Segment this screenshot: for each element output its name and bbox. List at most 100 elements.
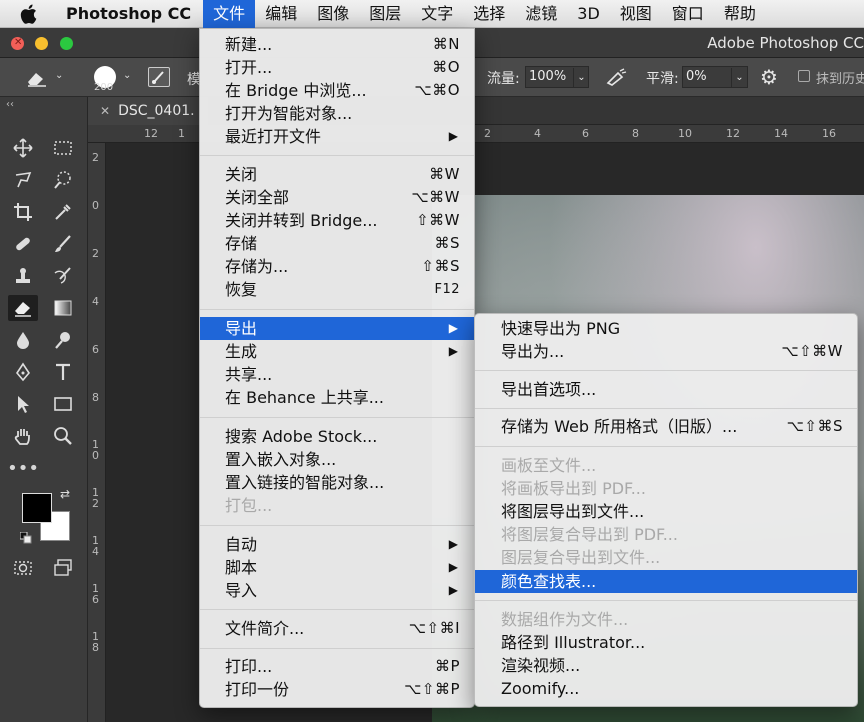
menu-item-print[interactable]: 打印... ⌘P: [200, 655, 474, 678]
chevron-down-icon[interactable]: ⌄: [573, 68, 589, 88]
ruler-label: 8: [92, 391, 99, 404]
menu-item-place-linked[interactable]: 置入链接的智能对象...: [200, 471, 474, 494]
menu-item-automate[interactable]: 自动 ▶: [200, 533, 474, 556]
vertical-ruler: 2 0 2 4 6 8 1 0 1 2 1 4 1 6 1 8: [88, 143, 106, 722]
menu-item-export[interactable]: 导出 ▶: [200, 317, 474, 340]
menu-type[interactable]: 文字: [411, 0, 463, 28]
menu-item-color-lookup-tables[interactable]: 颜色查找表...: [475, 570, 857, 593]
clone-stamp-tool-icon[interactable]: [8, 263, 38, 289]
pen-tool-icon[interactable]: [8, 359, 38, 385]
brush-tool-icon[interactable]: [48, 231, 78, 257]
default-colors-icon[interactable]: [19, 529, 32, 544]
airbrush-icon[interactable]: [604, 67, 628, 87]
menu-filter[interactable]: 滤镜: [515, 0, 567, 28]
window-maximize-button[interactable]: [60, 37, 73, 50]
eyedropper-tool-icon[interactable]: [48, 199, 78, 225]
menu-separator: [475, 370, 857, 371]
brush-panel-icon[interactable]: [148, 67, 170, 87]
menu-item-file-info[interactable]: 文件简介... ⌥⇧⌘I: [200, 617, 474, 640]
screen-mode-icon[interactable]: [48, 555, 78, 581]
ruler-label: 2: [484, 127, 491, 140]
more-tools-icon[interactable]: •••: [7, 455, 39, 481]
eraser-tool-icon[interactable]: [8, 295, 38, 321]
menu-item-quick-export-png[interactable]: 快速导出为 PNG: [475, 317, 857, 340]
foreground-color-swatch[interactable]: [22, 493, 52, 523]
menu-item-recent-files[interactable]: 最近打开文件 ▶: [200, 125, 474, 148]
menu-item-share-behance[interactable]: 在 Behance 上共享...: [200, 386, 474, 409]
erase-to-history-checkbox[interactable]: [798, 70, 810, 82]
menu-item-generate[interactable]: 生成 ▶: [200, 340, 474, 363]
menu-item-close[interactable]: 关闭 ⌘W: [200, 163, 474, 186]
menu-item-scripts[interactable]: 脚本 ▶: [200, 556, 474, 579]
menu-item-import[interactable]: 导入 ▶: [200, 579, 474, 602]
ruler-label: 1 4: [92, 534, 99, 558]
menu-item-new[interactable]: 新建... ⌘N: [200, 33, 474, 56]
menu-item-open-smart-object[interactable]: 打开为智能对象...: [200, 102, 474, 125]
swap-colors-icon[interactable]: ⇄: [60, 487, 70, 501]
menu-item-close-go-bridge[interactable]: 关闭并转到 Bridge... ⇧⌘W: [200, 209, 474, 232]
window-title: Adobe Photoshop CC: [707, 34, 864, 52]
menu-file[interactable]: 文件: [203, 0, 256, 28]
lasso-tool-icon[interactable]: [8, 167, 38, 193]
path-select-tool-icon[interactable]: [8, 391, 38, 417]
gear-icon[interactable]: ⚙: [760, 65, 778, 89]
menu-item-save-as[interactable]: 存储为... ⇧⌘S: [200, 255, 474, 278]
menu-view[interactable]: 视图: [610, 0, 662, 28]
close-icon[interactable]: ✕: [100, 104, 110, 118]
menu-item-search-adobe-stock[interactable]: 搜索 Adobe Stock...: [200, 425, 474, 448]
ruler-label: 14: [774, 127, 788, 140]
menu-item-package: 打包...: [225, 496, 273, 515]
menu-item-close-all[interactable]: 关闭全部 ⌥⌘W: [200, 186, 474, 209]
hand-tool-icon[interactable]: [8, 423, 38, 449]
collapse-icon[interactable]: ‹‹: [6, 99, 14, 110]
menu-edit[interactable]: 编辑: [255, 0, 307, 28]
gradient-tool-icon[interactable]: [48, 295, 78, 321]
quick-mask-icon[interactable]: [8, 555, 38, 581]
menu-3d[interactable]: 3D: [567, 0, 610, 28]
menu-item-render-video[interactable]: 渲染视频...: [475, 654, 857, 677]
menu-item-revert[interactable]: 恢复 F12: [200, 278, 474, 301]
dodge-tool-icon[interactable]: [48, 327, 78, 353]
marquee-tool-icon[interactable]: [48, 135, 78, 161]
menu-item-open[interactable]: 打开... ⌘O: [200, 56, 474, 79]
menu-item-export-as[interactable]: 导出为... ⌥⇧⌘W: [475, 340, 857, 363]
menu-item-paths-to-illustrator[interactable]: 路径到 Illustrator...: [475, 631, 857, 654]
menu-item-share[interactable]: 共享...: [200, 363, 474, 386]
ruler-label: 12: [726, 127, 740, 140]
menu-window[interactable]: 窗口: [662, 0, 714, 28]
menu-item-print-one-copy[interactable]: 打印一份 ⌥⇧⌘P: [200, 678, 474, 701]
history-brush-tool-icon[interactable]: [48, 263, 78, 289]
menu-item-zoomify[interactable]: Zoomify...: [475, 677, 857, 700]
chevron-down-icon[interactable]: ⌄: [123, 70, 131, 81]
eraser-preset-icon[interactable]: [24, 68, 50, 88]
menu-layer[interactable]: 图层: [359, 0, 411, 28]
move-tool-icon[interactable]: [8, 135, 38, 161]
file-menu: 新建... ⌘N 打开... ⌘O 在 Bridge 中浏览... ⌥⌘O 打开为智能…: [199, 28, 475, 708]
apple-icon[interactable]: [0, 0, 56, 28]
chevron-down-icon[interactable]: ⌄: [731, 68, 747, 88]
blur-tool-icon[interactable]: [8, 327, 38, 353]
menu-item-layers-to-files[interactable]: 将图层导出到文件...: [475, 500, 857, 523]
chevron-down-icon[interactable]: ⌄: [55, 70, 63, 81]
crop-tool-icon[interactable]: [8, 199, 38, 225]
menu-separator: [475, 408, 857, 409]
smoothing-label: 平滑:: [646, 71, 679, 87]
flow-label: 流量:: [487, 71, 520, 87]
menu-item-browse-bridge[interactable]: 在 Bridge 中浏览... ⌥⌘O: [200, 79, 474, 102]
menu-item-place-embedded[interactable]: 置入嵌入对象...: [200, 448, 474, 471]
app-name-menu[interactable]: Photoshop CC: [56, 0, 203, 28]
menu-item-export-preferences[interactable]: 导出首选项...: [475, 378, 857, 401]
menu-select[interactable]: 选择: [463, 0, 515, 28]
menu-item-save-for-web[interactable]: 存储为 Web 所用格式（旧版）... ⌥⇧⌘S: [475, 415, 857, 438]
type-tool-icon[interactable]: [48, 359, 78, 385]
window-minimize-button[interactable]: [35, 37, 48, 50]
menu-image[interactable]: 图像: [307, 0, 359, 28]
zoom-tool-icon[interactable]: [48, 423, 78, 449]
document-tab[interactable]: ✕ DSC_0401.: [88, 97, 208, 125]
ruler-label: 6: [92, 343, 99, 356]
menu-item-save[interactable]: 存储 ⌘S: [200, 232, 474, 255]
quick-select-tool-icon[interactable]: [48, 167, 78, 193]
healing-brush-tool-icon[interactable]: [8, 231, 38, 257]
rectangle-tool-icon[interactable]: [48, 391, 78, 417]
menu-help[interactable]: 帮助: [714, 0, 766, 28]
